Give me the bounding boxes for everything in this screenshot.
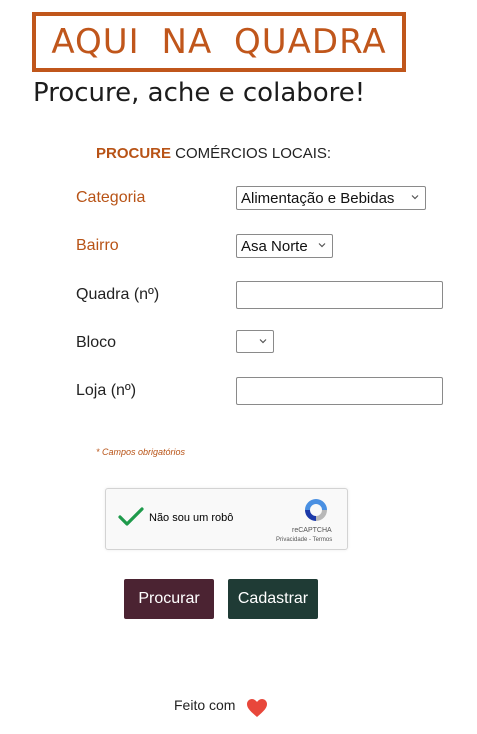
categoria-select-value: Alimentação e Bebidas (241, 189, 395, 207)
form-heading-strong: PROCURE (96, 145, 172, 162)
chevron-down-icon (318, 243, 326, 248)
search-button[interactable]: Procurar (124, 579, 214, 619)
chevron-down-icon (411, 195, 419, 200)
recaptcha-logo-icon (305, 499, 327, 521)
bloco-label: Bloco (76, 334, 117, 351)
form-heading: PROCURE COMÉRCIOS LOCAIS: (96, 145, 331, 162)
categoria-label: Categoria (76, 189, 146, 206)
loja-input[interactable] (236, 377, 443, 405)
required-note: * Campos obrigatórios (96, 447, 186, 457)
bloco-select[interactable] (236, 330, 274, 353)
bairro-label: Bairro (76, 237, 119, 254)
heart-icon (247, 699, 267, 717)
form-heading-rest: COMÉRCIOS LOCAIS: (171, 145, 332, 162)
recaptcha-brand: reCAPTCHA (292, 527, 332, 534)
loja-label: Loja (nº) (76, 382, 137, 399)
logo: AQUI NA QUADRA (32, 12, 406, 72)
recaptcha-widget: Não sou um robô reCAPTCHA Privacidade - … (105, 488, 348, 550)
chevron-down-icon (259, 339, 267, 344)
tagline: Procure, ache e colabore! (33, 78, 366, 108)
checkmark-icon[interactable] (118, 506, 144, 528)
quadra-input[interactable] (236, 281, 443, 309)
recaptcha-links[interactable]: Privacidade - Termos (276, 537, 332, 543)
register-button[interactable]: Cadastrar (228, 579, 318, 619)
bairro-select-value: Asa Norte (241, 237, 308, 255)
logo-text: AQUI NA QUADRA (51, 22, 387, 62)
categoria-select[interactable]: Alimentação e Bebidas (236, 186, 426, 210)
bairro-select[interactable]: Asa Norte (236, 234, 333, 258)
footer-text: Feito com (174, 697, 236, 713)
quadra-label: Quadra (nº) (76, 286, 160, 303)
recaptcha-label: Não sou um robô (149, 512, 234, 524)
